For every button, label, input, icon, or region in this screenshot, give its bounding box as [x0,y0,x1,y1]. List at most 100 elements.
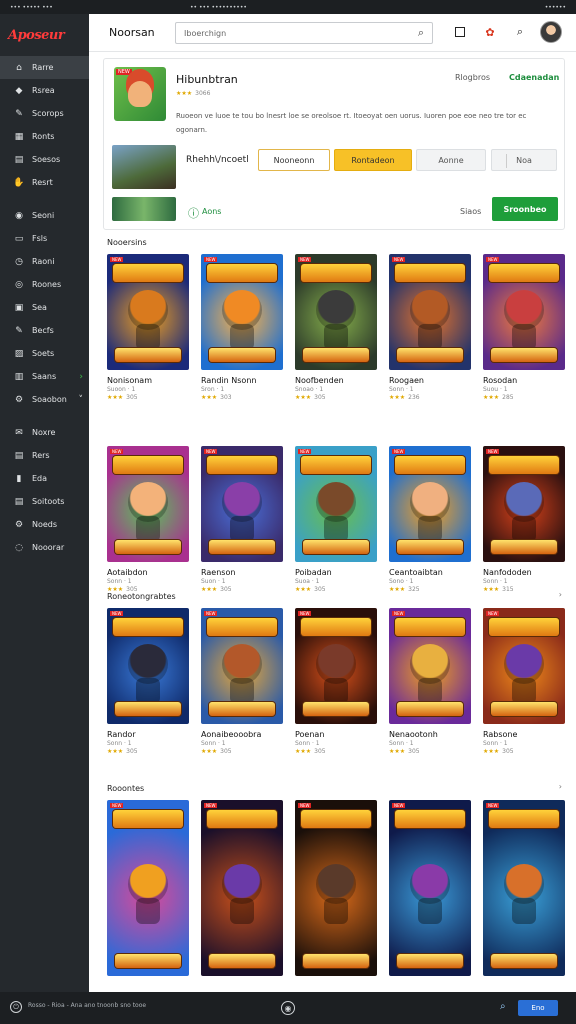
square-icon[interactable] [452,24,468,40]
sidebar-item-12[interactable]: ▨ Soets [0,342,89,365]
app-logo[interactable]: Aposeur [0,14,89,56]
game-cover[interactable]: NEW [295,800,377,976]
sidebar-item-11[interactable]: ✎ Becfs [0,319,89,342]
game-title[interactable]: Rosodan [483,376,565,385]
option-button-4[interactable]: Noa [491,149,557,171]
search-icon[interactable]: ⌕ [418,26,424,40]
game-title[interactable]: Randin Nsonn [201,376,283,385]
game-card[interactable]: NEW Aotaibdon Sonn · 1 ★★★ 305 [107,446,189,593]
game-cover[interactable]: NEW [483,446,565,562]
search-input[interactable]: Iboerchign ⌕ [175,22,433,44]
game-card[interactable]: NEW Nanfododen Sonn · 1 ★★★ 315 [483,446,565,593]
game-cover[interactable]: NEW [295,254,377,370]
option-button-1[interactable]: Nooneonn [258,149,330,171]
search-icon[interactable]: ⌕ [512,24,528,40]
sidebar-item-2[interactable]: ✎ Scorops [0,102,89,125]
game-title[interactable]: Randor [107,730,189,739]
game-cover[interactable]: NEW [483,800,565,976]
section-more-icon[interactable]: › [559,782,562,791]
game-card[interactable]: NEW Raenson Suon · 1 ★★★ 305 [201,446,283,593]
option-button-3[interactable]: Aonne [416,149,486,171]
game-title[interactable]: Nenaootonh [389,730,471,739]
sidebar-item-17[interactable]: ▮ Eda [0,467,89,490]
game-card[interactable]: NEW Rabsone Sonn · 1 ★★★ 305 [483,608,565,755]
game-card[interactable]: NEW Roogaen Sonn · 1 ★★★ 236 [389,254,471,401]
sidebar-item-4[interactable]: ▤ Soesos [0,148,89,171]
featured-screenshot-2[interactable] [112,197,176,221]
search-icon[interactable]: ⌕ [500,1001,506,1012]
section-more-icon[interactable]: › [559,590,562,599]
game-card[interactable]: NEW Ceantoaibtan Sono · 1 ★★★ 325 [389,446,471,593]
game-cover[interactable]: NEW [107,254,189,370]
sidebar-item-13[interactable]: ▥ Saans › [0,365,89,388]
game-card[interactable]: NEW [389,800,471,976]
game-cover[interactable]: NEW [201,800,283,976]
sidebar-item-8[interactable]: ◷ Raoni [0,250,89,273]
power-icon[interactable]: ⏻ [10,1001,22,1013]
sidebar-item-15[interactable]: ✉ Noxre [0,421,89,444]
game-card[interactable]: NEW Poenan Sonn · 1 ★★★ 305 [295,608,377,755]
sidebar-item-16[interactable]: ▤ Rers [0,444,89,467]
game-card[interactable]: NEW Randin Nsonn Sron · 1 ★★★ 303 [201,254,283,401]
game-title[interactable]: Ceantoaibtan [389,568,471,577]
sidebar-item-18[interactable]: ▤ Soitoots [0,490,89,513]
game-card[interactable]: NEW [295,800,377,976]
install-button[interactable]: Sroonbeo [492,197,558,221]
game-card[interactable]: NEW Poibadan Suoa · 1 ★★★ 305 [295,446,377,593]
game-cover[interactable]: NEW [201,254,283,370]
game-card[interactable]: NEW Noofbenden Snoao · 1 ★★★ 305 [295,254,377,401]
game-title[interactable]: Nonisonam [107,376,189,385]
game-cover[interactable]: NEW [201,608,283,724]
bottom-action-button[interactable]: Eno [518,1000,558,1016]
game-cover[interactable]: NEW [389,446,471,562]
sidebar-item-20[interactable]: ◌ Nooorar [0,536,89,559]
featured-screenshot[interactable] [112,145,176,189]
sidebar-item-3[interactable]: ▦ Ronts [0,125,89,148]
game-cover[interactable]: NEW [107,446,189,562]
sidebar-item-6[interactable]: ◉ Seoni [0,204,89,227]
sidebar-item-9[interactable]: ◎ Roones [0,273,89,296]
game-cover[interactable]: NEW [107,608,189,724]
game-title[interactable]: Poibadan [295,568,377,577]
game-title[interactable]: Noofbenden [295,376,377,385]
game-title[interactable]: Poenan [295,730,377,739]
featured-link-secondary[interactable]: Rlogbros [455,73,490,82]
sidebar-item-14[interactable]: ⚙ Soaobon ˅ [0,388,89,411]
featured-thumbnail[interactable]: NEW [114,67,166,121]
game-title[interactable]: Raenson [201,568,283,577]
game-cover[interactable]: NEW [295,608,377,724]
sidebar-item-19[interactable]: ⚙ Noeds [0,513,89,536]
game-cover[interactable]: NEW [483,254,565,370]
game-card[interactable]: NEW Rosodan Suou · 1 ★★★ 285 [483,254,565,401]
sidebar-item-0[interactable]: ⌂ Rarre [0,56,89,79]
chevron-icon[interactable]: ˅ [79,395,84,405]
game-cover[interactable]: NEW [389,608,471,724]
game-title[interactable]: Roogaen [389,376,471,385]
game-card[interactable]: NEW Nonisonam Suoon · 1 ★★★ 305 [107,254,189,401]
game-title[interactable]: Nanfododen [483,568,565,577]
game-cover[interactable]: NEW [107,800,189,976]
game-card[interactable]: NEW Randor Sonn · 1 ★★★ 305 [107,608,189,755]
sidebar-item-10[interactable]: ▣ Sea [0,296,89,319]
avatar[interactable] [540,21,562,43]
game-cover[interactable]: NEW [201,446,283,562]
game-card[interactable]: NEW [107,800,189,976]
featured-cta-label[interactable]: Aons [202,207,221,216]
game-cover[interactable]: NEW [295,446,377,562]
game-card[interactable]: NEW Aonaibeooobra Sonn · 1 ★★★ 305 [201,608,283,755]
sidebar-item-7[interactable]: ▭ Fsls [0,227,89,250]
home-icon[interactable]: ◉ [281,1001,295,1015]
sidebar-item-5[interactable]: ✋ Resrt [0,171,89,194]
game-title[interactable]: Aotaibdon [107,568,189,577]
featured-link-primary[interactable]: Cdaenadan [509,73,559,82]
game-cover[interactable]: NEW [389,254,471,370]
game-cover[interactable]: NEW [389,800,471,976]
game-title[interactable]: Rabsone [483,730,565,739]
badge-icon[interactable]: ✿ [482,24,498,40]
game-cover[interactable]: NEW [483,608,565,724]
sidebar-item-1[interactable]: ◆ Rsrea [0,79,89,102]
game-card[interactable]: NEW [483,800,565,976]
info-icon[interactable]: ⓘ [188,205,199,221]
game-title[interactable]: Aonaibeooobra [201,730,283,739]
game-card[interactable]: NEW [201,800,283,976]
